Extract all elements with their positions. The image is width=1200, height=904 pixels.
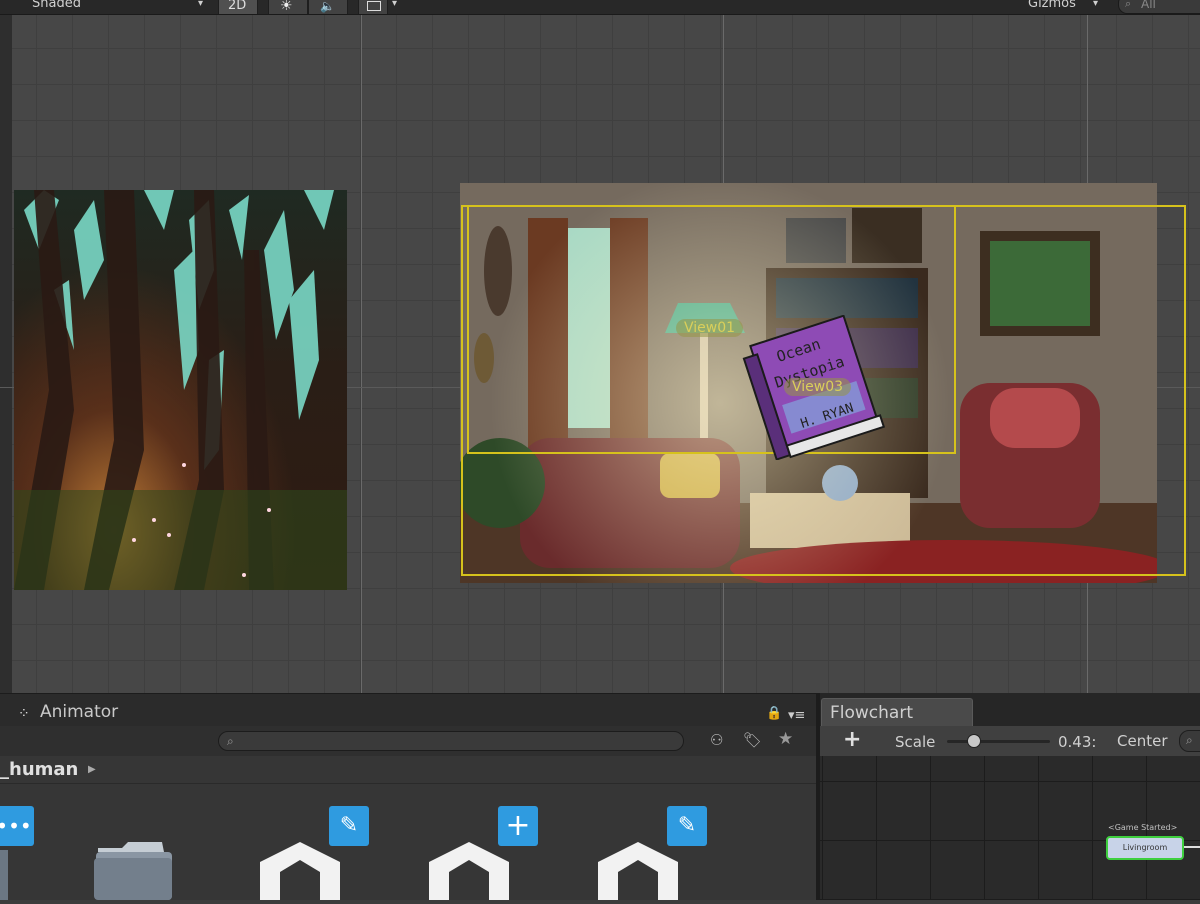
block-connection-line <box>1184 846 1200 848</box>
gizmos-dropdown[interactable]: Gizmos <box>1028 0 1076 13</box>
audio-toggle-button[interactable]: 🔈 <box>308 0 348 14</box>
breadcrumb <box>0 756 816 784</box>
scene-viewport[interactable]: View01 Ocean Dystopia H. RYAN View03 <box>0 15 1200 693</box>
effects-dropdown-icon[interactable]: ▾ <box>392 0 397 13</box>
more-options-icon[interactable]: ••• <box>0 806 34 846</box>
2d-toggle-label: 2D <box>228 0 247 13</box>
unity-asset-icon[interactable] <box>593 842 683 900</box>
scene-toolbar: Shaded ▾ 2D ☀ 🔈 ▾ Gizmos ▾ ⌕ All <box>0 0 1200 15</box>
animator-icon: ⁘ <box>18 706 30 722</box>
filter-by-label-icon[interactable]: 🏷 <box>743 731 762 749</box>
animator-tab[interactable]: Animator <box>40 702 118 722</box>
asset-tile[interactable] <box>0 850 8 900</box>
flowchart-block-livingroom[interactable]: Livingroom <box>1106 836 1184 860</box>
view03-label[interactable]: View03 <box>784 378 852 396</box>
folder-shape <box>94 842 172 900</box>
grid-line <box>361 15 362 693</box>
search-icon: ⌕ <box>227 734 234 748</box>
forest-background-sprite[interactable] <box>14 190 347 590</box>
viewport-left-edge <box>0 15 12 693</box>
unity-logo-icon <box>260 842 340 900</box>
add-plus-icon[interactable]: + <box>498 806 538 846</box>
scale-slider-track[interactable] <box>947 740 1050 743</box>
center-button[interactable]: Center <box>1117 732 1168 750</box>
animator-tabbar <box>0 693 816 727</box>
flowchart-tab-label: Flowchart <box>830 703 913 723</box>
unity-asset-icon[interactable] <box>255 842 345 900</box>
scale-value: 0.43: <box>1058 733 1097 751</box>
scene-search-placeholder: All <box>1141 0 1156 11</box>
forest-illustration <box>14 190 347 590</box>
edit-pencil-icon[interactable]: ✎ <box>329 806 369 846</box>
unity-asset-icon[interactable] <box>424 842 514 900</box>
breadcrumb-item[interactable]: _human <box>0 759 78 780</box>
shading-mode-dropdown[interactable]: Shaded <box>32 0 81 13</box>
image-icon <box>367 1 381 11</box>
panel-menu-icon[interactable]: ▾≡ <box>788 708 805 723</box>
scale-slider-thumb[interactable] <box>966 734 981 748</box>
breadcrumb-arrow-icon: ▶ <box>88 764 96 775</box>
sun-icon: ☀ <box>280 0 293 14</box>
add-block-button[interactable]: + <box>843 727 861 752</box>
lock-icon[interactable]: 🔒 <box>766 706 782 721</box>
scene-search-input[interactable]: ⌕ All <box>1118 0 1200 14</box>
lighting-toggle-button[interactable]: ☀ <box>268 0 308 14</box>
chevron-down-icon: ▾ <box>1093 0 1099 9</box>
unity-logo-icon <box>429 842 509 900</box>
scale-label: Scale <box>895 733 936 751</box>
search-icon: ⌕ <box>1186 733 1193 747</box>
2d-toggle-button[interactable]: 2D <box>218 0 258 14</box>
block-event-label: <Game Started> <box>1108 823 1178 832</box>
flowchart-block-label: Livingroom <box>1122 843 1168 852</box>
favorites-star-icon[interactable]: ★ <box>778 729 793 749</box>
edit-pencil-icon[interactable]: ✎ <box>667 806 707 846</box>
chevron-down-icon: ▾ <box>198 0 204 9</box>
search-icon: ⌕ <box>1125 0 1132 10</box>
filter-by-type-icon[interactable]: ⚇ <box>710 731 723 749</box>
unity-logo-icon <box>598 842 678 900</box>
effects-toggle-button[interactable] <box>358 0 388 14</box>
speaker-icon: 🔈 <box>320 0 335 13</box>
folder-icon[interactable] <box>92 842 174 900</box>
flowchart-search-input[interactable]: ⌕ <box>1179 730 1200 752</box>
animator-search-input[interactable]: ⌕ <box>218 731 684 751</box>
